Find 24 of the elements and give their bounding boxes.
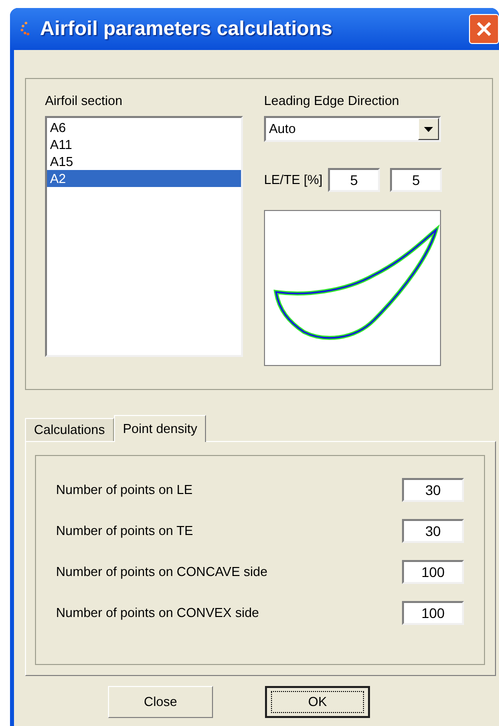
le-te-input[interactable]: 5 xyxy=(328,168,380,192)
dropdown-arrow-icon xyxy=(424,126,433,132)
tab[interactable]: Point density xyxy=(114,415,206,442)
close-icon[interactable] xyxy=(469,14,499,44)
number-input[interactable]: 100 xyxy=(402,601,464,625)
field-label: Number of points on CONVEX side xyxy=(56,604,260,622)
dialog-button[interactable]: OK xyxy=(265,686,370,718)
field-label: Number of points on TE xyxy=(56,522,194,540)
leading-edge-direction-label: Leading Edge Direction xyxy=(264,93,400,109)
airfoil-section-label: Airfoil section xyxy=(45,93,124,109)
leading-edge-dropdown[interactable]: Auto xyxy=(264,116,441,142)
field-label: Number of points on CONCAVE side xyxy=(56,563,268,582)
window-title: Airfoil parameters calculations xyxy=(40,17,332,42)
list-item[interactable]: A2 xyxy=(47,170,241,187)
le-te-label: LE/TE [%] xyxy=(264,171,324,190)
field-label: Number of points on LE xyxy=(56,481,194,500)
number-input[interactable]: 100 xyxy=(402,560,464,584)
number-input[interactable]: 30 xyxy=(402,519,464,543)
airfoil-list[interactable]: A6 A11 A15 A2 xyxy=(45,116,243,357)
dialog-button[interactable]: Close xyxy=(108,686,213,718)
le-te-input[interactable]: 5 xyxy=(390,168,442,192)
tab[interactable]: Calculations xyxy=(25,418,114,441)
number-input[interactable]: 30 xyxy=(402,478,464,502)
app-icon xyxy=(18,21,32,37)
